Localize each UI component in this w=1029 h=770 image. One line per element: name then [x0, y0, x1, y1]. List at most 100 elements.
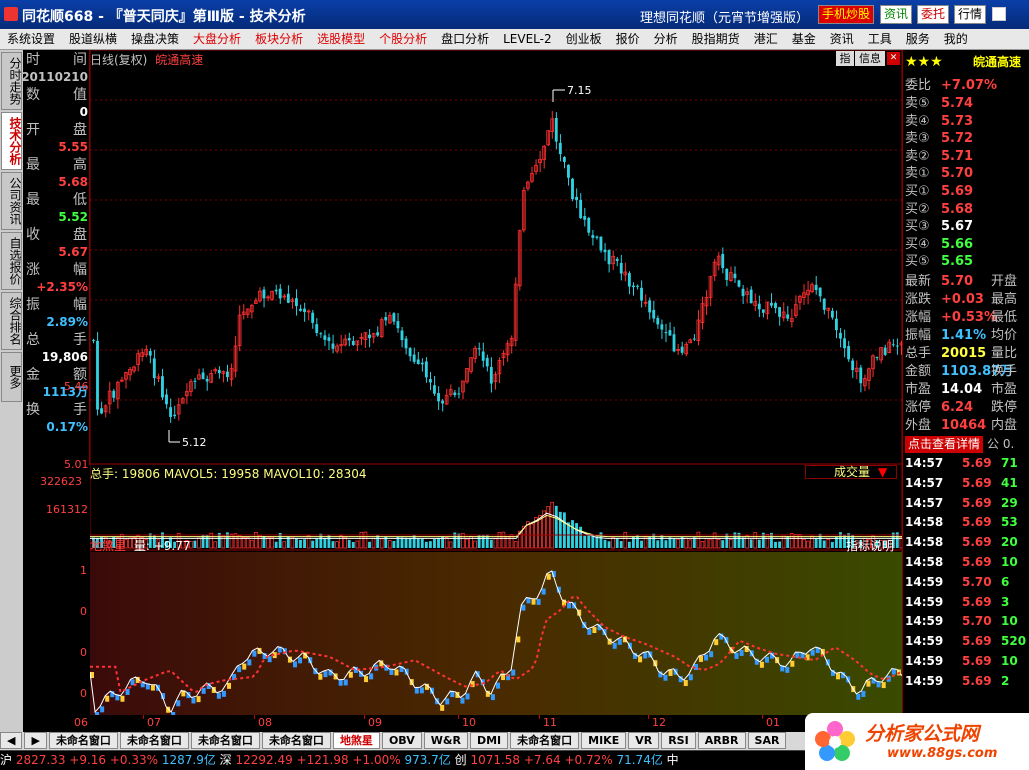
window-tab[interactable]: MIKE [581, 732, 627, 749]
window-tab[interactable]: 未命名窗口 [119, 732, 189, 749]
candle-body [883, 347, 887, 355]
menu-item[interactable]: LEVEL-2 [496, 29, 559, 49]
volume-selector[interactable]: 成交量 ▼ [805, 465, 897, 479]
detail-button[interactable]: 点击查看详情 [905, 436, 983, 453]
view-tab[interactable]: 分时走势 [1, 52, 22, 110]
candle-body [599, 236, 603, 251]
candle-body [404, 338, 408, 349]
order-button[interactable]: 委托 [917, 5, 950, 24]
menu-item[interactable]: 港汇 [747, 29, 785, 49]
minimize-icon[interactable] [992, 7, 1006, 21]
indicator-help-link[interactable]: 指标说明 [846, 537, 894, 554]
menu-item[interactable]: 系统设置 [0, 29, 62, 49]
menu-item[interactable]: 大盘分析 [186, 29, 248, 49]
view-tab[interactable]: 自选报价 [1, 232, 22, 290]
view-tab[interactable]: 公司资讯 [1, 172, 22, 230]
period-label[interactable]: 日线(复权) [90, 53, 147, 67]
menu-item[interactable]: 操盘决策 [124, 29, 186, 49]
volume-bar [444, 537, 449, 549]
window-tab[interactable]: 地煞星 [332, 732, 380, 749]
bid-ratio-label: 委比 [905, 78, 932, 93]
window-tab[interactable]: SAR [747, 732, 787, 749]
indicator-name[interactable]: 地煞星 [90, 539, 126, 553]
dropdown-icon: ▼ [878, 465, 888, 479]
view-tab[interactable]: 技术分析 [1, 112, 22, 170]
news-button[interactable]: 资讯 [880, 5, 913, 24]
brand-watermark: 分析家公式网 www.88gs.com [805, 713, 1029, 770]
candle-body [725, 268, 729, 280]
scroll-right-icon[interactable]: ▶ [24, 732, 47, 749]
volume-bar [513, 541, 518, 549]
menu-item[interactable]: 我的 [937, 29, 975, 49]
brand-url[interactable]: www.88gs.com [887, 746, 997, 761]
xaxis-tick [648, 715, 649, 719]
menu-item[interactable]: 分析 [647, 29, 685, 49]
volume-bar [404, 537, 408, 548]
window-tab[interactable]: 未命名窗口 [261, 732, 331, 749]
volume-bar [424, 541, 428, 548]
volume-bar [668, 537, 672, 548]
menu-item[interactable]: 工具 [861, 29, 899, 49]
candle-body [408, 348, 412, 357]
indicator-button[interactable]: 指 [836, 51, 854, 66]
menu-item[interactable]: 选股模型 [310, 29, 372, 49]
quote-row-value: +0.03 [941, 292, 984, 307]
data-label-left: 振 [26, 297, 41, 313]
window-tab[interactable]: OBV [381, 732, 422, 749]
menu-item[interactable]: 股指期货 [685, 29, 747, 49]
window-tab[interactable]: RSI [661, 732, 696, 749]
view-tab[interactable]: 综合排名 [1, 292, 22, 350]
volume-bar [745, 535, 749, 549]
menu-item[interactable]: 基金 [785, 29, 823, 49]
window-tab[interactable]: 未命名窗口 [190, 732, 260, 749]
indicator-bar [643, 652, 648, 659]
volume-bar [392, 540, 396, 548]
xaxis-tick [143, 715, 144, 719]
quote-row-label: 金额 [905, 364, 932, 379]
menu-item[interactable]: 创业板 [559, 29, 609, 49]
window-tab[interactable]: 未命名窗口 [48, 732, 118, 749]
tick-volume: 3 [1001, 594, 1010, 609]
quote-button[interactable]: 行情 [954, 5, 987, 24]
menu-item[interactable]: 个股分析 [372, 29, 434, 49]
window-tab[interactable]: W&R [423, 732, 468, 749]
candle-body [721, 253, 725, 269]
candle-body [428, 379, 432, 383]
volume-bar [550, 501, 555, 549]
status-item: +0.72% [564, 753, 617, 767]
close-icon[interactable]: ✕ [887, 52, 900, 65]
menu-item[interactable]: 股道纵横 [62, 29, 124, 49]
volume-bar [437, 537, 440, 548]
menu-item[interactable]: 服务 [899, 29, 937, 49]
candle-body [786, 314, 790, 319]
window-tab[interactable]: 未命名窗口 [510, 732, 580, 749]
candle-body [457, 393, 461, 395]
indicator-bar [881, 682, 886, 689]
menu-item[interactable]: 盘口分析 [434, 29, 496, 49]
chart-canvas[interactable]: 7.15 5.12 [90, 50, 902, 732]
menu-item[interactable]: 资讯 [823, 29, 861, 49]
indicator-bar [293, 661, 297, 668]
tick-price: 5.69 [962, 673, 992, 688]
quote-row-value: 20015 [941, 346, 987, 361]
menu-item[interactable]: 板块分析 [248, 29, 310, 49]
volume-bar [493, 538, 498, 549]
data-label: 总手 [26, 332, 89, 349]
window-tab[interactable]: ARBR [697, 732, 746, 749]
window-tabs: ◀ ▶ 未命名窗口 未命名窗口 未命名窗口 未命名窗口 地煞星 OBV W&R DMI 未命名窗口 M… [0, 732, 900, 750]
info-button[interactable]: 信息 [855, 51, 885, 66]
menu-item[interactable]: 报价 [609, 29, 647, 49]
brand-name: 分析家公式网 [865, 723, 980, 745]
window-tab[interactable]: VR [628, 732, 660, 749]
window-tab[interactable]: DMI [469, 732, 509, 749]
view-tab[interactable]: 更多 [1, 352, 22, 402]
vol-ylabel-2: 161312 [46, 503, 88, 516]
scroll-left-icon[interactable]: ◀ [0, 732, 23, 749]
ind-ylabel: 0 [80, 605, 87, 618]
tick-price: 5.69 [962, 634, 992, 649]
candle-body [562, 157, 566, 162]
volume-bar [684, 537, 689, 549]
mobile-trade-button[interactable]: 手机炒股 [818, 5, 875, 24]
indicator-bar [790, 660, 795, 667]
volume-bar [323, 538, 327, 548]
